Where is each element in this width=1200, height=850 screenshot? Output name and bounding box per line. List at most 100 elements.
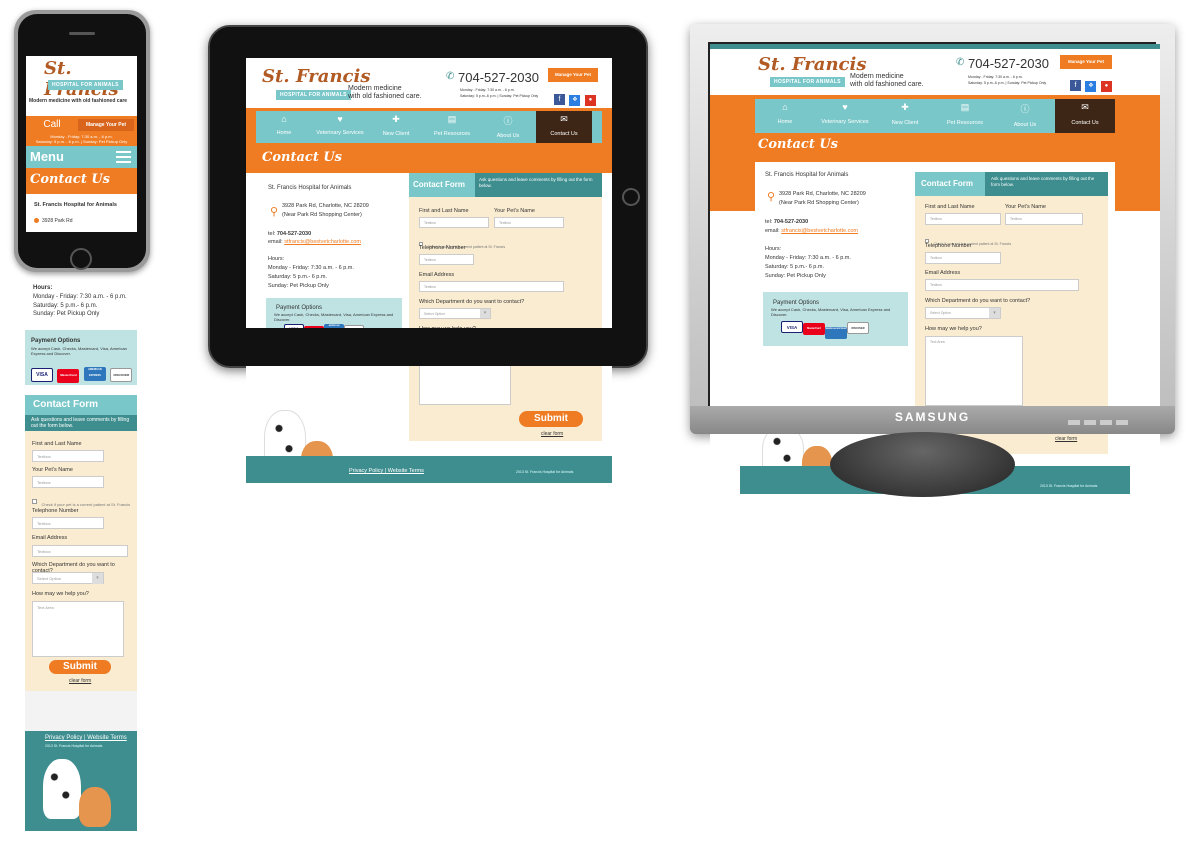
phone-home-button[interactable] [70,248,92,270]
monitor-email-label: email: [765,228,780,234]
tablet-submit-button[interactable]: Submit [519,411,583,427]
monitor-page-title: Contact Us [758,137,838,152]
monitor-email-label: Email Address [925,270,961,276]
mobile-menu-bar[interactable]: Menu [26,146,137,168]
tablet-bezel-left [210,27,246,337]
monitor-nav-about[interactable]: ⓘ About Us [995,99,1055,133]
mobile-pet-input[interactable]: Textbox [32,476,104,488]
monitor-hours-3: Sunday: Pet Pickup Only [765,273,826,279]
mobile-menu-label: Menu [30,149,64,164]
location-pin-icon [34,218,39,223]
tablet-email-link[interactable]: stfrancis@bestvetcharlotte.com [284,239,361,245]
mobile-phone-input[interactable]: Textbox [32,517,104,529]
monitor-email-link[interactable]: stfrancis@bestvetcharlotte.com [781,228,858,234]
monitor-pet-input[interactable]: Textbox [1005,213,1083,225]
monitor-control-buttons[interactable] [1068,412,1148,425]
monitor-manage-button[interactable]: Manage Your Pet [1060,55,1112,69]
tablet-nav-contact[interactable]: ✉ Contact Us [536,111,592,143]
tablet-nav-about[interactable]: ⓘ About Us [480,111,536,143]
tablet-email-input[interactable]: Textbox [419,281,564,292]
tablet-footer-links[interactable]: Privacy Policy | Website Terms [349,468,424,474]
chevron-down-icon: ▾ [480,309,490,318]
mobile-patient-checkbox[interactable] [32,499,37,505]
mail-icon: ✉ [560,114,568,124]
tablet-nav-pet-resources[interactable]: ▤ Pet Resources [424,111,480,143]
mobile-name-label: First and Last Name [32,441,82,447]
tablet-clear-link[interactable]: clear form [541,431,563,437]
monitor-help-textarea[interactable]: Text Area [925,336,1023,406]
mobile-form-subtitle: Ask questions and leave comments by fill… [25,415,137,431]
tablet-dept-select[interactable]: Select Option ▾ [419,308,491,319]
tablet-home-button[interactable] [622,188,640,206]
mobile-patient-check-label: Check if your pet is a current patient a… [41,502,131,507]
mobile-contact-name: St. Francis Hospital for Animals [34,202,117,208]
monitor-phone[interactable]: 704-527-2030 [968,56,1049,71]
location-pin-icon: ⚲ [767,191,776,203]
monitor-nav-services[interactable]: ♥ Veterinary Services [815,99,875,133]
tablet-phone[interactable]: 704-527-2030 [458,70,539,85]
monitor-dept-select[interactable]: Select Option ▾ [925,307,1001,319]
hamburger-icon[interactable] [116,151,131,163]
monitor-nav-contact[interactable]: ✉ Contact Us [1055,99,1115,133]
monitor-hours-1: Monday - Friday: 7:30 a.m. - 6 p.m. [765,255,851,261]
monitor-nav-new-client[interactable]: ✚ New Client [875,99,935,133]
tablet-name-input[interactable]: Textbox [419,217,489,228]
tablet-hours-small-2: Saturday: 5 p.m.-6 p.m. | Sunday: Pet Pi… [460,94,539,98]
monitor-clear-link[interactable]: clear form [1055,436,1077,442]
tablet-tel-label: tel: [268,231,276,237]
monitor-name-input[interactable]: Textbox [925,213,1001,225]
monitor-nav-home[interactable]: ⌂ Home [755,99,815,133]
mobile-hours-2: Saturday: 5 p.m. - 6 p.m. | Sunday: Pet … [35,139,128,144]
mobile-email-input[interactable]: Textbox [32,545,128,557]
home-icon: ⌂ [782,102,788,112]
social-icon[interactable]: ● [1100,81,1112,92]
tablet-pet-label: Your Pet's Name [494,208,535,214]
tablet-bezel-right [612,27,646,337]
tablet-page-title: Contact Us [262,150,342,165]
mobile-payment-text: We accept Cash, Checks, Mastercard, Visa… [31,346,127,356]
tablet-pet-input[interactable]: Textbox [494,217,564,228]
mobile-hours-line-1: Monday - Friday: 7:30 a.m. - 6 p.m. [33,294,127,300]
mobile-call-button[interactable]: Call [32,119,72,131]
mobile-manage-button[interactable]: Manage Your Pet [78,119,134,131]
tablet-phone-input[interactable]: Textbox [419,254,474,265]
monitor-hours-2: Saturday: 5 p.m.- 6 p.m. [765,264,824,270]
tablet-hours-title: Hours: [268,256,285,262]
mobile-help-textarea[interactable]: Text Area [32,601,124,657]
tablet-nav-new-client[interactable]: ✚ New Client [368,111,424,143]
tablet-name-label: First and Last Name [419,208,469,214]
monitor-email-input[interactable]: Textbox [925,279,1079,291]
monitor-phone-input[interactable]: Textbox [925,252,1001,264]
tablet-nav-services[interactable]: ♥ Veterinary Services [312,111,368,143]
tablet-bezel-top [210,27,646,58]
mobile-name-input[interactable]: Textbox [32,450,104,462]
mobile-slogan: Modern medicine with old fashioned care [29,98,128,104]
mobile-email-label: Email Address [32,535,68,541]
tablet-hours-2: Saturday: 5 p.m.- 6 p.m. [268,274,327,280]
facebook-icon[interactable]: f [554,94,565,105]
mobile-hours-title: Hours: [33,285,53,291]
tablet-logo-tag: HOSPITAL FOR ANIMALS [276,90,351,100]
mobile-footer-links[interactable]: Privacy Policy | Website Terms [45,735,127,741]
mobile-logo[interactable]: St. Francis [44,58,137,100]
monitor-nav-pet-resources[interactable]: ▤ Pet Resources [935,99,995,133]
mobile-clear-link[interactable]: clear form [69,678,91,684]
tablet-footer: Privacy Policy | Website Terms 2013 St. … [246,456,612,483]
monitor-logo[interactable]: St. Francis [758,54,866,75]
social-icon[interactable]: ● [584,95,596,106]
tablet-manage-button[interactable]: Manage Your Pet [548,68,598,82]
tablet-nav-home[interactable]: ⌂ Home [256,111,312,143]
monitor-stand [830,432,1015,497]
mobile-form-title: Contact Form [33,399,98,410]
monitor-help-label: How may we help you? [925,326,982,332]
amex-icon: AMERICAN EXPRESS [83,367,106,381]
tablet-logo[interactable]: St. Francis [262,66,370,87]
yelp-icon[interactable]: ❖ [1085,81,1097,92]
mobile-logo-tag: HOSPITAL FOR ANIMALS [48,80,123,90]
plus-icon: ✚ [392,114,400,124]
yelp-icon[interactable]: ❖ [569,95,581,106]
facebook-icon[interactable]: f [1070,80,1081,91]
mobile-dept-select[interactable]: Select Option ▾ [32,572,104,584]
mobile-submit-button[interactable]: Submit [49,660,111,674]
amex-icon: AMERICAN EXPRESS [825,327,847,339]
